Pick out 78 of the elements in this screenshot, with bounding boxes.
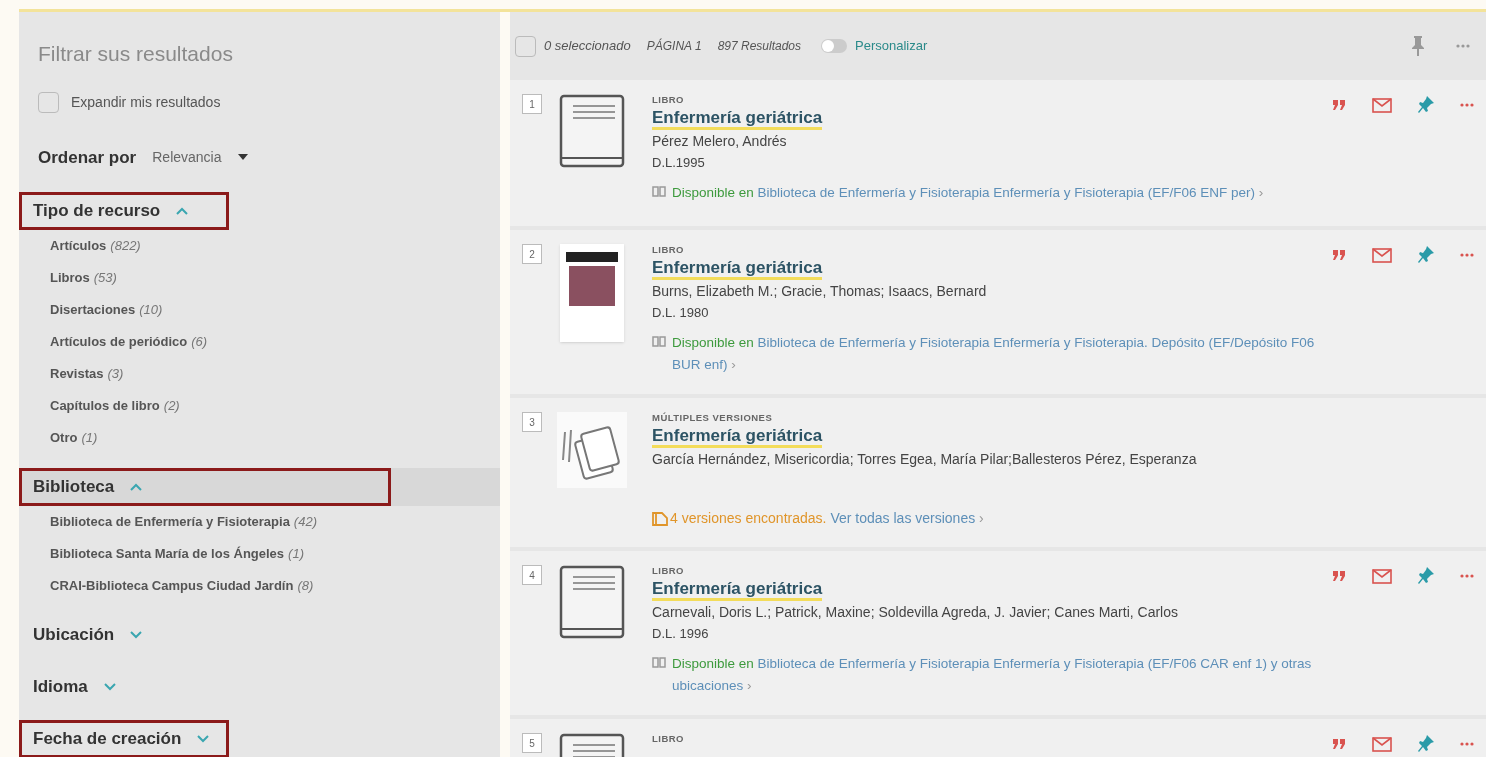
pin-icon[interactable] bbox=[1412, 36, 1424, 56]
book-open-icon bbox=[652, 335, 666, 347]
versions-found: 4 versiones encontradas. bbox=[670, 509, 827, 528]
book-icon bbox=[559, 565, 625, 641]
result-number: 1 bbox=[522, 94, 542, 114]
quote-icon[interactable] bbox=[1332, 100, 1346, 110]
authors: García Hernández, Misericordia; Torres Egea, María Pilar;Ballesteros Pérez, Esperanza bbox=[652, 450, 1198, 469]
sort-dropdown[interactable]: Relevancia bbox=[152, 146, 248, 168]
publication-date: D.L. 1980 bbox=[652, 304, 710, 322]
toggle-switch[interactable] bbox=[821, 39, 848, 53]
more-icon[interactable] bbox=[1460, 742, 1474, 746]
availability-link[interactable]: Disponible en Biblioteca de Enfermería y Fisioterapia Enfermería y Fisioterapia. Depósito (EF/Depósito F06 BUR enf) › bbox=[672, 332, 1316, 376]
quote-icon[interactable] bbox=[1332, 250, 1346, 260]
result-title-link[interactable]: Enfermería geriátrica bbox=[652, 258, 823, 280]
versions-icon bbox=[652, 511, 668, 526]
facet-option[interactable]: Libros (53) bbox=[50, 262, 117, 294]
toggle-label: Personalizar bbox=[855, 37, 928, 56]
page-indicator: PÁGINA 1 bbox=[646, 37, 702, 55]
authors: Pérez Melero, Andrés bbox=[652, 132, 788, 151]
select-all-checkbox[interactable] bbox=[515, 35, 536, 57]
result-number: 4 bbox=[522, 565, 542, 585]
result-number: 3 bbox=[522, 412, 542, 432]
facet-header[interactable]: Ubicación bbox=[19, 616, 162, 654]
pin-icon[interactable] bbox=[1418, 96, 1434, 114]
more-icon[interactable] bbox=[1460, 103, 1474, 107]
dropdown-arrow-icon bbox=[237, 154, 248, 161]
facet-option[interactable]: Capítulos de libro (2) bbox=[50, 390, 180, 422]
publication-date: D.L. 1996 bbox=[652, 625, 710, 643]
quote-icon[interactable] bbox=[1332, 739, 1346, 749]
facet-header[interactable]: Idioma bbox=[19, 668, 135, 706]
book-open-icon bbox=[652, 656, 666, 668]
resource-type: LIBRO bbox=[652, 733, 685, 745]
pin-icon[interactable] bbox=[1418, 735, 1434, 753]
more-icon[interactable] bbox=[1460, 253, 1474, 257]
resource-type: MÚLTIPLES VERSIONES bbox=[652, 412, 774, 424]
sort-label: Ordenar por bbox=[38, 146, 137, 169]
result-count: 897 Resultados bbox=[717, 38, 802, 55]
authors: Burns, Elizabeth M.; Gracie, Thomas; Isaacs, Bernard bbox=[652, 282, 988, 301]
more-icon[interactable] bbox=[1460, 574, 1474, 578]
facet-header[interactable]: Fecha de creación bbox=[19, 720, 229, 757]
selected-count: 0 seleccionado bbox=[544, 37, 631, 56]
pin-icon[interactable] bbox=[1418, 246, 1434, 264]
authors: Carnevali, Doris L.; Patrick, Maxine; Soldevilla Agreda, J. Javier; Canes Marti, Carlos bbox=[652, 603, 1179, 622]
sidebar-title: Filtrar sus resultados bbox=[37, 41, 234, 67]
facet-header[interactable]: Biblioteca bbox=[19, 468, 391, 506]
result-title-link[interactable]: Enfermería geriátrica bbox=[652, 426, 823, 448]
pin-icon[interactable] bbox=[1418, 567, 1434, 585]
book-open-icon bbox=[652, 185, 666, 197]
availability-link[interactable]: Disponible en Biblioteca de Enfermería y Fisioterapia Enfermería y Fisioterapia (EF/F06 CAR enf 1) y otras ubicaciones › bbox=[672, 653, 1316, 697]
facet-option[interactable]: Otro (1) bbox=[50, 422, 98, 454]
facet-option[interactable]: CRAI-Biblioteca Campus Ciudad Jardín (8) bbox=[50, 570, 314, 602]
facet-option[interactable]: Biblioteca Santa María de los Ángeles (1) bbox=[50, 538, 304, 570]
facet-option[interactable]: Artículos (822) bbox=[50, 230, 141, 262]
result-number: 5 bbox=[522, 733, 542, 753]
email-icon[interactable] bbox=[1372, 247, 1392, 263]
facet-option[interactable]: Biblioteca de Enfermería y Fisioterapia (42) bbox=[50, 506, 317, 538]
publication-date: D.L.1995 bbox=[652, 154, 706, 172]
facet-option[interactable]: Disertaciones (10) bbox=[50, 294, 163, 326]
checkbox-label: Expandir mis resultados bbox=[71, 92, 221, 112]
email-icon[interactable] bbox=[1372, 568, 1392, 584]
availability-link[interactable]: Disponible en Biblioteca de Enfermería y Fisioterapia Enfermería y Fisioterapia (EF/F06 ENF per) › bbox=[672, 182, 1264, 204]
stacked-pages-icon bbox=[557, 412, 627, 488]
result-number: 2 bbox=[522, 244, 542, 264]
all-versions-link[interactable]: Ver todas las versiones › bbox=[830, 508, 984, 529]
resource-type: LIBRO bbox=[652, 565, 685, 577]
email-icon[interactable] bbox=[1372, 97, 1392, 113]
resource-type: LIBRO bbox=[652, 94, 685, 106]
quote-icon[interactable] bbox=[1332, 571, 1346, 581]
checkbox[interactable] bbox=[38, 91, 59, 113]
facet-header[interactable]: Tipo de recurso bbox=[19, 192, 229, 230]
facet-option[interactable]: Revistas (3) bbox=[50, 358, 124, 390]
result-title-link[interactable]: Enfermería geriátrica bbox=[652, 579, 823, 601]
resource-type: LIBRO bbox=[652, 244, 685, 256]
facet-option[interactable]: Artículos de periódico (6) bbox=[50, 326, 208, 358]
more-icon[interactable] bbox=[1456, 44, 1470, 48]
email-icon[interactable] bbox=[1372, 736, 1392, 752]
book-icon bbox=[559, 94, 625, 170]
result-title-link[interactable]: Enfermería geriátrica bbox=[652, 108, 823, 130]
